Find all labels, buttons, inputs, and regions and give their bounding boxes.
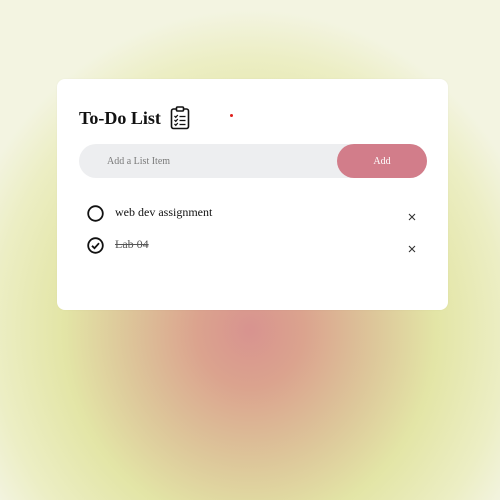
list-item[interactable]: Lab 04 <box>85 232 425 264</box>
list-item-input[interactable] <box>107 144 327 178</box>
add-item-bar: Add <box>79 144 427 178</box>
task-text: Lab 04 <box>115 237 149 251</box>
marker-dot <box>230 114 233 117</box>
task-list: web dev assignment Lab 04 <box>85 200 425 264</box>
list-item[interactable]: web dev assignment <box>85 200 425 232</box>
unchecked-circle-icon[interactable] <box>87 205 104 222</box>
clipboard-list-icon <box>170 106 190 130</box>
header: To-Do List <box>79 105 190 131</box>
page-title: To-Do List <box>79 108 161 128</box>
close-icon[interactable] <box>407 241 417 253</box>
todo-card: To-Do List Add web dev <box>57 79 448 310</box>
task-text: web dev assignment <box>115 205 213 219</box>
add-button[interactable]: Add <box>337 144 427 178</box>
close-icon[interactable] <box>407 209 417 221</box>
checked-circle-icon[interactable] <box>87 237 104 254</box>
